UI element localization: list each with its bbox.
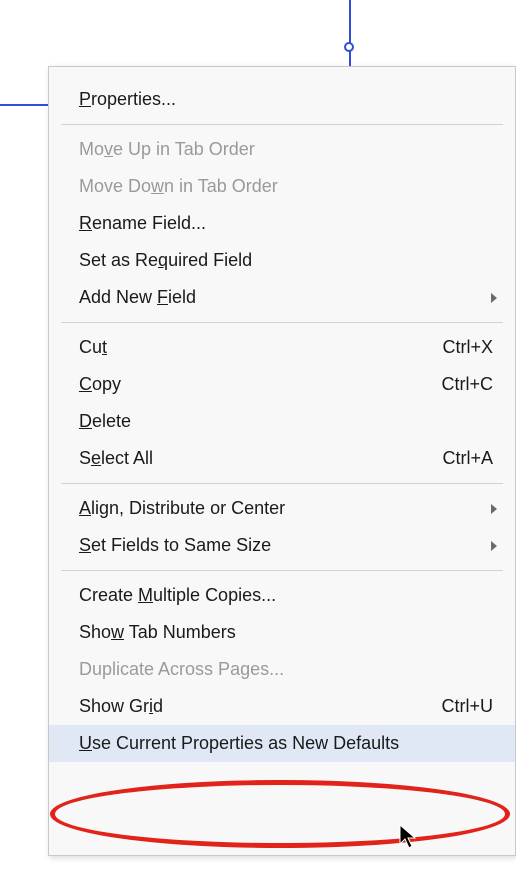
menu-item-align[interactable]: Align, Distribute or Center	[49, 490, 515, 527]
menu-item-move-up: Move Up in Tab Order	[49, 131, 515, 168]
menu-item-add-new-field[interactable]: Add New Field	[49, 279, 515, 316]
selection-guide-horizontal	[0, 104, 48, 106]
menu-label: Move Down in Tab Order	[79, 176, 493, 197]
menu-item-same-size[interactable]: Set Fields to Same Size	[49, 527, 515, 564]
menu-label: Align, Distribute or Center	[79, 498, 493, 519]
selection-guide-vertical	[349, 0, 351, 66]
shortcut-label: Ctrl+X	[442, 337, 493, 358]
menu-label: Add New Field	[79, 287, 493, 308]
menu-label: Move Up in Tab Order	[79, 139, 493, 160]
submenu-arrow-icon	[491, 293, 497, 303]
shortcut-label: Ctrl+A	[442, 448, 493, 469]
menu-item-set-required[interactable]: Set as Required Field	[49, 242, 515, 279]
selection-handle[interactable]	[344, 42, 354, 52]
submenu-arrow-icon	[491, 504, 497, 514]
menu-item-move-down: Move Down in Tab Order	[49, 168, 515, 205]
separator	[61, 483, 503, 484]
menu-label: Rename Field...	[79, 213, 493, 234]
separator	[61, 570, 503, 571]
menu-item-rename-field[interactable]: Rename Field...	[49, 205, 515, 242]
menu-label: Show Tab Numbers	[79, 622, 493, 643]
shortcut-label: Ctrl+C	[441, 374, 493, 395]
menu-item-use-current-properties-as-defaults[interactable]: Use Current Properties as New Defaults	[49, 725, 515, 762]
menu-item-copy[interactable]: Copy Ctrl+C	[49, 366, 515, 403]
menu-item-properties[interactable]: Properties...	[49, 81, 515, 118]
separator	[61, 124, 503, 125]
menu-item-multiple-copies[interactable]: Create Multiple Copies...	[49, 577, 515, 614]
menu-label: Show Grid	[79, 696, 441, 717]
menu-item-delete[interactable]: Delete	[49, 403, 515, 440]
menu-label: Copy	[79, 374, 441, 395]
menu-label: Delete	[79, 411, 493, 432]
menu-label: Select All	[79, 448, 442, 469]
menu-item-cut[interactable]: Cut Ctrl+X	[49, 329, 515, 366]
shortcut-label: Ctrl+U	[441, 696, 493, 717]
menu-label: Cut	[79, 337, 442, 358]
menu-item-show-tab-numbers[interactable]: Show Tab Numbers	[49, 614, 515, 651]
menu-label: Use Current Properties as New Defaults	[79, 733, 493, 754]
menu-label: Set Fields to Same Size	[79, 535, 493, 556]
context-menu: Properties... Move Up in Tab Order Move …	[48, 66, 516, 856]
menu-item-select-all[interactable]: Select All Ctrl+A	[49, 440, 515, 477]
menu-label: Create Multiple Copies...	[79, 585, 493, 606]
menu-item-show-grid[interactable]: Show Grid Ctrl+U	[49, 688, 515, 725]
menu-label: Properties...	[79, 89, 493, 110]
menu-item-duplicate-across-pages: Duplicate Across Pages...	[49, 651, 515, 688]
separator	[61, 322, 503, 323]
menu-label: Duplicate Across Pages...	[79, 659, 493, 680]
submenu-arrow-icon	[491, 541, 497, 551]
menu-label: Set as Required Field	[79, 250, 493, 271]
